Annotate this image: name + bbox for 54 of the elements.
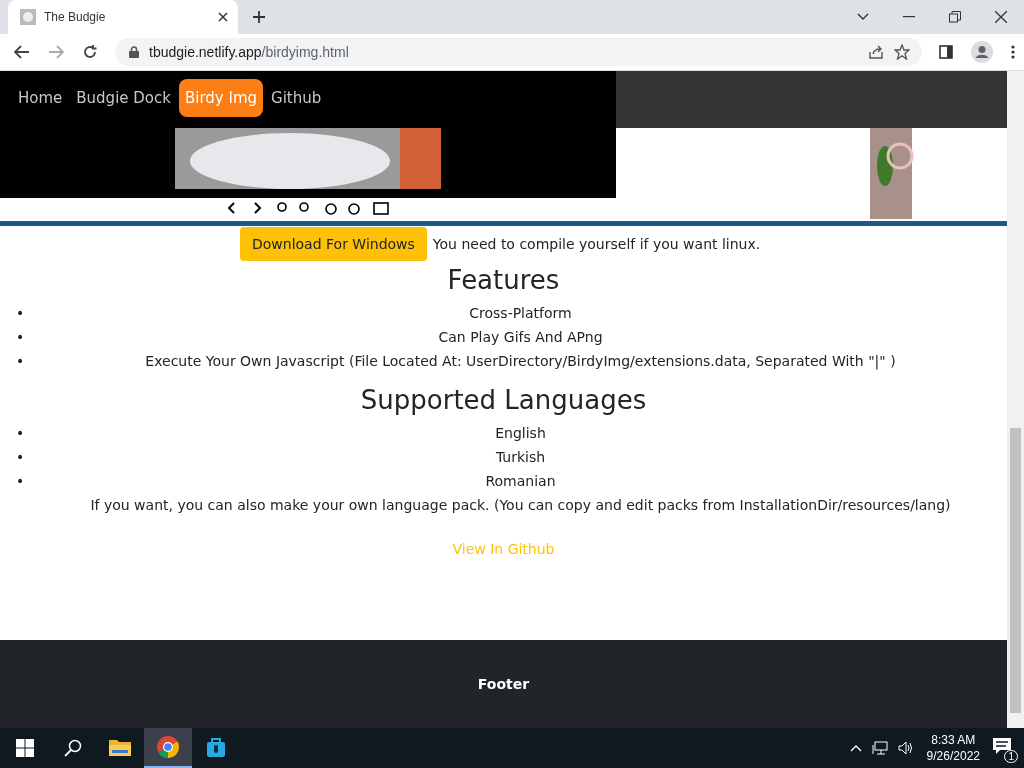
feature-item: Can Play Gifs And APng [437,328,604,347]
side-panel-icon[interactable] [939,45,953,59]
url-text: tbudgie.netlify.app/birdyimg.html [149,44,349,60]
bag-icon [206,737,226,757]
scrollbar-thumb[interactable] [1010,428,1021,713]
folder-icon [109,738,131,756]
tab-search-icon[interactable] [857,13,869,21]
languages-heading: Supported Languages [359,385,648,415]
lock-icon [129,46,139,58]
chevron-up-icon[interactable] [849,744,862,752]
restore-icon[interactable] [949,11,961,23]
share-icon[interactable] [868,44,884,60]
footer-text: Footer [477,676,530,692]
feature-item: Execute Your Own Javascript (File Located At: UserDirectory/BirdyImg/extensions.data, Separated With "|" ) [144,352,897,372]
menu-icon[interactable] [1011,45,1015,59]
features-heading: Features [446,265,561,295]
nav-link[interactable]: Home [12,79,69,117]
taskbar-app[interactable] [144,728,192,768]
bullet-marker: • [15,448,26,467]
favicon-icon [20,9,36,25]
reload-icon[interactable] [82,44,98,60]
notification-count: 1 [1004,750,1018,763]
profile-icon[interactable] [971,41,993,63]
feature-item: Cross-Platform [468,304,573,323]
network-icon[interactable] [871,741,888,755]
close-icon[interactable] [995,11,1007,23]
browser-icon [157,736,179,758]
close-tab-icon[interactable] [218,12,228,22]
language-item: Turkish [494,448,547,467]
windows-start-icon[interactable] [16,739,34,757]
bullet-marker: • [15,472,26,491]
bullet-marker: • [15,304,26,323]
browser-tab[interactable]: The Budgie [8,0,238,34]
speaker-icon[interactable] [897,741,914,755]
linux-note: You need to compile yourself if you want linux. [432,236,761,252]
clock-time: 8:33 AM [931,732,976,748]
address-bar[interactable]: tbudgie.netlify.app/birdyimg.html [115,38,922,66]
language-item: Romanian [484,472,557,491]
bullet-marker: • [15,352,26,371]
scrollbar[interactable] [1007,71,1024,728]
language-item: English [494,424,547,443]
search-icon[interactable] [64,739,82,757]
bullet-marker: • [15,328,26,347]
nav-link[interactable]: Budgie Dock [70,79,177,117]
new-tab-icon[interactable] [252,10,266,24]
clock-date: 9/26/2022 [926,748,980,764]
star-icon[interactable] [894,44,910,60]
language-pack-note: If you want, you can also make your own language pack. (You can copy and edit packs from InstallationDir/resources/lang) [89,496,952,515]
minimize-icon[interactable] [903,16,915,18]
nav-link[interactable]: Github [265,79,328,117]
back-icon[interactable] [14,45,30,59]
bullet-marker: • [15,424,26,443]
tab-title: The Budgie [44,10,107,24]
download-button[interactable]: Download For Windows [240,227,427,261]
